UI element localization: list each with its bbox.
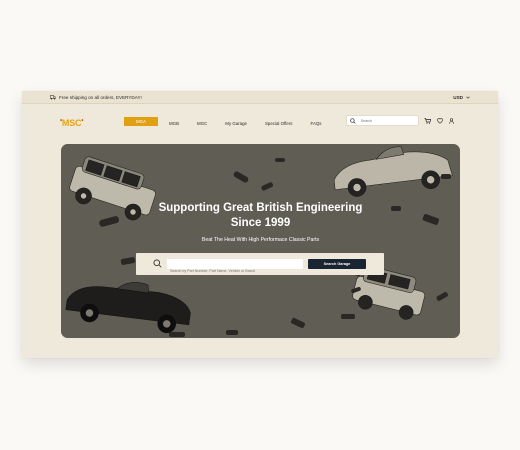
hero-title-line2: Since 1999 <box>230 217 291 229</box>
search-garage-button[interactable]: Search Garage <box>308 259 366 269</box>
truck-icon <box>50 94 56 99</box>
currency-label: USD <box>453 94 463 100</box>
nav-item-mgc[interactable]: MGC <box>190 117 214 130</box>
hero-search-panel: Search Garage <box>136 253 384 276</box>
nav-item-my-garage[interactable]: My Garage <box>218 117 254 130</box>
hero-search-field[interactable] <box>167 259 303 276</box>
main-header: •MSC• MGA MGB MGC My Garage Special Offe… <box>22 104 498 142</box>
main-menu: MGA MGB MGC My Garage Special Offers FAQ… <box>124 117 332 130</box>
heart-icon[interactable] <box>437 118 443 124</box>
hero-title-line1: Supporting Great British Engineering <box>158 202 363 214</box>
nav-item-mgb[interactable]: MGB <box>162 117 186 130</box>
cart-icon[interactable] <box>424 118 431 124</box>
hero-subtitle: Beat The Heat With High Performace Class… <box>201 237 320 243</box>
hero-title: Supporting Great British Engineering Sin… <box>61 201 460 231</box>
chevron-down-icon <box>466 96 470 99</box>
browser-frame: Free shipping on all orders, EVERYDAY! U… <box>22 91 498 358</box>
nav-item-faqs[interactable]: FAQs <box>304 117 329 130</box>
search-icon <box>350 117 356 124</box>
currency-selector[interactable]: USD <box>453 95 470 100</box>
header-search-input[interactable] <box>358 117 418 124</box>
brand-logo[interactable]: •MSC• <box>60 118 83 128</box>
logo-text: MSC <box>61 118 82 128</box>
nav-item-special-offers[interactable]: Special Offers <box>258 117 300 130</box>
shipping-text: Free shipping on all orders, EVERYDAY! <box>59 94 142 100</box>
search-icon <box>153 259 162 268</box>
user-icon[interactable] <box>449 118 454 124</box>
shipping-notice: Free shipping on all orders, EVERYDAY! <box>50 95 142 100</box>
header-search[interactable] <box>346 115 419 126</box>
nav-item-mga[interactable]: MGA <box>124 117 159 126</box>
hero-banner: Supporting Great British Engineering Sin… <box>61 144 460 338</box>
hero-search-input[interactable] <box>167 266 303 276</box>
announcement-bar: Free shipping on all orders, EVERYDAY! U… <box>22 91 498 104</box>
header-icons <box>424 118 454 124</box>
